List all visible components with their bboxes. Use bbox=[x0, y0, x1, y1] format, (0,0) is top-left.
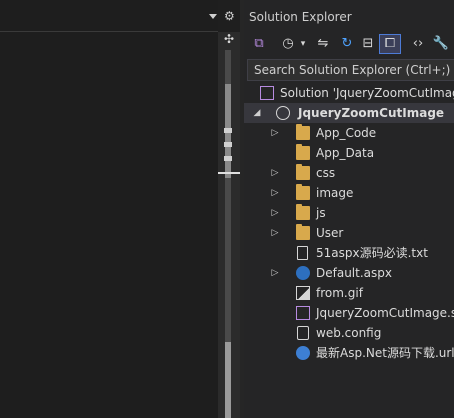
collapse-arrow-icon[interactable]: ◢ bbox=[252, 103, 262, 123]
history-icon[interactable]: ◷ bbox=[280, 35, 296, 53]
tree-item[interactable]: ▷ image bbox=[244, 183, 454, 203]
solution-file-icon bbox=[296, 306, 310, 320]
code-icon[interactable]: ‹› bbox=[410, 35, 426, 53]
folder-icon bbox=[296, 204, 310, 220]
scroll-track-lower bbox=[225, 342, 231, 418]
toolbar: ⧉ ◷ ▾ ⇋ ↻ ⊟ ⧠ ‹› 🔧 bbox=[244, 30, 454, 58]
panel-title: Solution Explorer bbox=[249, 10, 352, 24]
search-input[interactable]: Search Solution Explorer (Ctrl+;) bbox=[247, 59, 454, 81]
folder-icon bbox=[296, 124, 310, 140]
aspx-file-icon bbox=[296, 266, 310, 280]
folder-icon bbox=[296, 164, 310, 180]
tree-item[interactable]: ▷ js bbox=[244, 203, 454, 223]
collapse-all-icon[interactable]: ⊟ bbox=[360, 35, 376, 53]
divider bbox=[0, 31, 218, 32]
editor-pane bbox=[0, 0, 218, 418]
gear-icon[interactable]: ⚙ bbox=[224, 9, 235, 23]
tree-item[interactable]: ▷ App_Code bbox=[244, 123, 454, 143]
show-all-files-icon[interactable]: ⧠ bbox=[379, 34, 401, 54]
tab-dropdown-icon[interactable] bbox=[209, 14, 217, 19]
text-file-icon bbox=[297, 246, 308, 260]
tree-item[interactable]: 最新Asp.Net源码下载.url bbox=[244, 343, 454, 363]
editor-tab-strip: ⚙ bbox=[0, 8, 243, 30]
caret-marker bbox=[218, 172, 240, 174]
solution-icon bbox=[260, 86, 274, 100]
expand-arrow-icon[interactable]: ▷ bbox=[270, 123, 280, 143]
vertical-scrollbar[interactable]: ✣ bbox=[218, 32, 240, 418]
scroll-mark bbox=[224, 142, 232, 147]
dropdown-icon[interactable]: ▾ bbox=[298, 35, 308, 53]
tree-item-solution[interactable]: Solution 'JqueryZoomCutImage' bbox=[244, 83, 454, 103]
tree-item[interactable]: from.gif bbox=[244, 283, 454, 303]
image-file-icon bbox=[296, 286, 310, 300]
tree-item[interactable]: ▷ Default.aspx bbox=[244, 263, 454, 283]
globe-icon bbox=[276, 106, 290, 120]
tree-item[interactable]: ▷ User bbox=[244, 223, 454, 243]
scroll-mark bbox=[224, 156, 232, 161]
tree-item[interactable]: App_Data bbox=[244, 143, 454, 163]
expand-arrow-icon[interactable]: ▷ bbox=[270, 183, 280, 203]
solution-explorer-panel: Solution Explorer ⧉ ◷ ▾ ⇋ ↻ ⊟ ⧠ ‹› 🔧 Sea… bbox=[244, 0, 454, 418]
expand-arrow-icon[interactable]: ▷ bbox=[270, 203, 280, 223]
expand-arrow-icon[interactable]: ▷ bbox=[270, 263, 280, 283]
tree-item[interactable]: 51aspx源码必读.txt bbox=[244, 243, 454, 263]
split-icon[interactable]: ✣ bbox=[222, 32, 236, 46]
refresh-icon[interactable]: ↻ bbox=[338, 35, 356, 53]
sync-icon[interactable]: ⇋ bbox=[314, 35, 332, 53]
config-file-icon bbox=[297, 326, 309, 340]
scroll-mark bbox=[224, 128, 232, 133]
tree-item[interactable]: web.config bbox=[244, 323, 454, 343]
expand-arrow-icon[interactable]: ▷ bbox=[270, 163, 280, 183]
folder-icon bbox=[296, 184, 310, 200]
tree-item-project[interactable]: ◢ JqueryZoomCutImage bbox=[244, 103, 454, 123]
folder-icon bbox=[296, 144, 310, 160]
expand-arrow-icon[interactable]: ▷ bbox=[270, 223, 280, 243]
wrench-icon[interactable]: 🔧 bbox=[432, 35, 450, 53]
tree-item[interactable]: JqueryZoomCutImage.sln bbox=[244, 303, 454, 323]
url-file-icon bbox=[296, 346, 310, 360]
folder-icon bbox=[296, 224, 310, 240]
vs-switch-views-icon[interactable]: ⧉ bbox=[250, 35, 268, 53]
tree-item[interactable]: ▷ css bbox=[244, 163, 454, 183]
